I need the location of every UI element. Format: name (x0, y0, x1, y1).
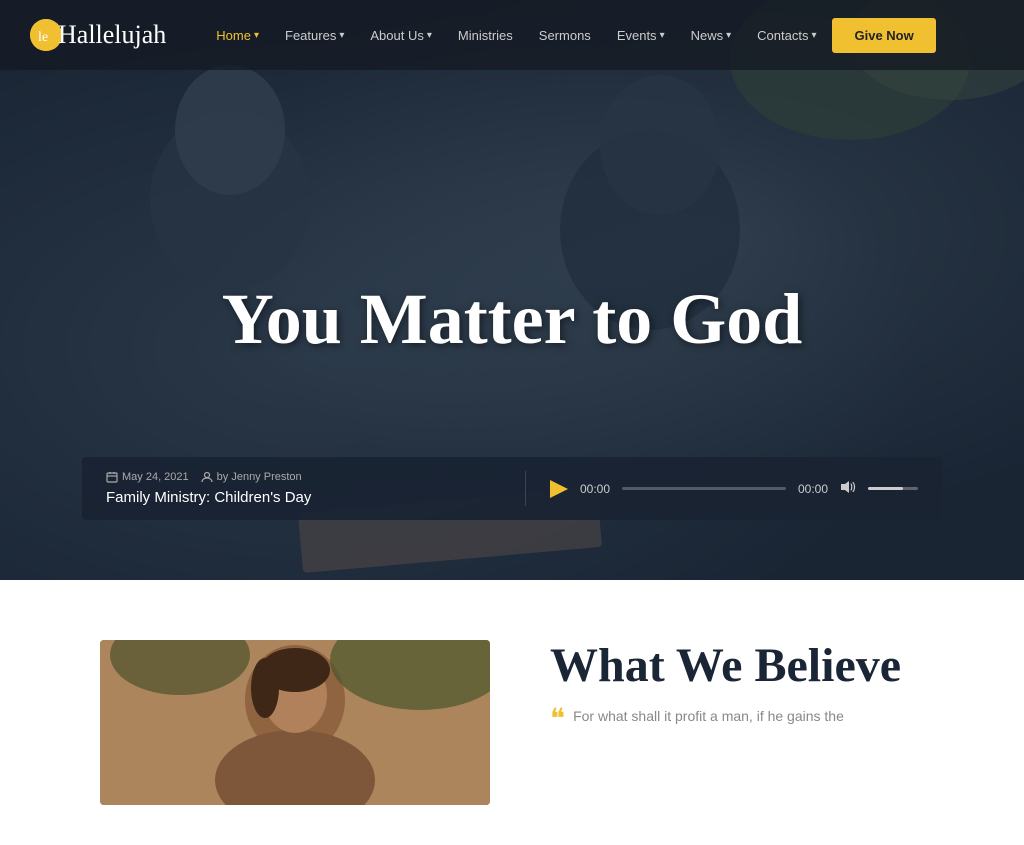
believe-image-inner (100, 640, 490, 805)
current-time: 00:00 (580, 482, 610, 496)
nav-item-features[interactable]: Features ▾ (275, 20, 354, 51)
chevron-down-icon: ▾ (811, 30, 816, 41)
play-button[interactable] (550, 480, 568, 498)
hero-title: You Matter to God (222, 280, 803, 359)
audio-title: Family Ministry: Children's Day (106, 489, 505, 506)
believe-text-block: What We Believe ❝ For what shall it prof… (550, 640, 924, 733)
nav-item-contacts[interactable]: Contacts ▾ (747, 20, 826, 51)
audio-info: May 24, 2021 by Jenny Preston Family Min… (106, 471, 526, 506)
nav-item-sermons[interactable]: Sermons (529, 20, 601, 51)
chevron-down-icon: ▾ (254, 30, 259, 41)
believe-heading: What We Believe (550, 640, 924, 693)
chevron-down-icon: ▾ (427, 30, 432, 41)
total-time: 00:00 (798, 482, 828, 496)
believe-quote: ❝ For what shall it profit a man, if he … (550, 705, 924, 733)
chevron-down-icon: ▾ (339, 30, 344, 41)
author-info: by Jenny Preston (201, 471, 302, 483)
audio-player-bar: May 24, 2021 by Jenny Preston Family Min… (82, 457, 942, 520)
calendar-icon: May 24, 2021 (106, 471, 189, 483)
chevron-down-icon: ▾ (726, 30, 731, 41)
nav-item-about[interactable]: About Us ▾ (360, 20, 442, 51)
give-now-button[interactable]: Give Now (832, 18, 935, 53)
audio-controls: 00:00 00:00 (526, 480, 918, 498)
audio-metadata: May 24, 2021 by Jenny Preston (106, 471, 505, 483)
page-wrapper: le Hallelujah Home ▾ Features ▾ About Us… (0, 0, 1024, 845)
volume-icon[interactable] (840, 480, 856, 497)
audio-author: by Jenny Preston (217, 471, 302, 483)
quote-mark: ❝ (550, 705, 565, 733)
nav-links: Home ▾ Features ▾ About Us ▾ Ministries … (206, 18, 994, 53)
progress-bar[interactable] (622, 487, 786, 490)
hero-section: le Hallelujah Home ▾ Features ▾ About Us… (0, 0, 1024, 580)
logo-text: Hallelujah (58, 20, 166, 50)
nav-item-ministries[interactable]: Ministries (448, 20, 523, 51)
site-logo[interactable]: le Hallelujah (30, 19, 166, 51)
nav-item-events[interactable]: Events ▾ (607, 20, 675, 51)
navigation: le Hallelujah Home ▾ Features ▾ About Us… (0, 0, 1024, 70)
nav-item-home[interactable]: Home ▾ (206, 20, 269, 51)
chevron-down-icon: ▾ (660, 30, 665, 41)
below-fold-section: What We Believe ❝ For what shall it prof… (0, 580, 1024, 845)
svg-text:le: le (38, 30, 48, 45)
nav-item-news[interactable]: News ▾ (681, 20, 742, 51)
volume-fill (868, 487, 903, 490)
believe-image (100, 640, 490, 805)
volume-bar[interactable] (868, 487, 918, 490)
believe-quote-text: For what shall it profit a man, if he ga… (573, 705, 844, 733)
audio-date: May 24, 2021 (122, 471, 189, 483)
